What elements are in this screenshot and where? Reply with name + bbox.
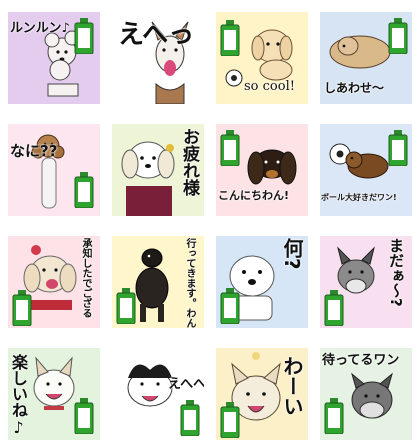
juice-bottle-icon <box>74 18 94 55</box>
sticker-caption: so cool! <box>244 79 295 94</box>
juice-bottle-icon <box>220 20 240 57</box>
juice-bottle-icon <box>324 398 344 435</box>
sticker-caption: お疲れ様 <box>179 128 199 196</box>
sticker-caption: こんにちわん! <box>218 189 290 202</box>
sticker-caption: なに?? <box>10 142 58 160</box>
sticker-tile[interactable]: まだぁ〜? <box>320 236 412 328</box>
juice-bottle-icon <box>12 290 32 327</box>
juice-bottle-icon <box>388 18 408 55</box>
juice-bottle-icon <box>220 288 240 325</box>
sticker-caption: 何? <box>280 238 304 270</box>
sticker-tile[interactable]: 何? <box>216 236 308 328</box>
juice-bottle-icon <box>116 288 136 325</box>
sticker-tile[interactable]: so cool! <box>216 12 308 104</box>
sticker-grid: ルンルン♪ えへっ so cool! しあわせ〜 なに?? お疲れ様 こんにちわ… <box>0 0 420 448</box>
sticker-tile[interactable]: 行ってきます。わん <box>112 236 204 328</box>
juice-bottle-icon <box>324 290 344 327</box>
sticker-caption: えへへ <box>168 377 204 392</box>
sticker-caption: ボール大好きだワン! <box>321 193 397 202</box>
juice-bottle-icon <box>74 172 94 209</box>
sticker-caption: まだぁ〜? <box>387 238 405 307</box>
juice-bottle-icon <box>220 402 240 439</box>
juice-bottle-icon <box>388 130 408 167</box>
sticker-caption: しあわせ〜 <box>324 81 385 95</box>
sticker-tile[interactable]: しあわせ〜 <box>320 12 412 104</box>
sticker-caption: えへっ <box>118 20 195 50</box>
sticker-tile[interactable]: 待ってるワン <box>320 348 412 440</box>
sticker-caption: 待ってるワン <box>322 353 400 368</box>
sticker-tile[interactable]: なに?? <box>8 124 100 216</box>
sticker-caption: ルンルン♪ <box>10 21 70 36</box>
sticker-tile[interactable]: わーい <box>216 348 308 440</box>
sticker-caption: 楽しいね♪ <box>9 354 28 437</box>
sticker-tile[interactable]: お疲れ様 <box>112 124 204 216</box>
sticker-caption: わーい <box>280 356 304 416</box>
sticker-caption: 行ってきます。わん <box>184 238 195 328</box>
juice-bottle-icon <box>220 130 240 167</box>
sticker-tile[interactable]: ルンルン♪ <box>8 12 100 104</box>
sticker-tile[interactable]: ボール大好きだワン! <box>320 124 412 216</box>
sticker-tile[interactable]: えへっ <box>112 12 204 104</box>
sticker-tile[interactable]: 承知したでござる <box>8 236 100 328</box>
sticker-tile[interactable]: 楽しいね♪ <box>8 348 100 440</box>
juice-bottle-icon <box>74 398 94 435</box>
sticker-caption: 承知したでござる <box>80 238 91 318</box>
sticker-tile[interactable]: えへへ <box>112 348 204 440</box>
sticker-tile[interactable]: こんにちわん! <box>216 124 308 216</box>
juice-bottle-icon <box>180 400 200 437</box>
